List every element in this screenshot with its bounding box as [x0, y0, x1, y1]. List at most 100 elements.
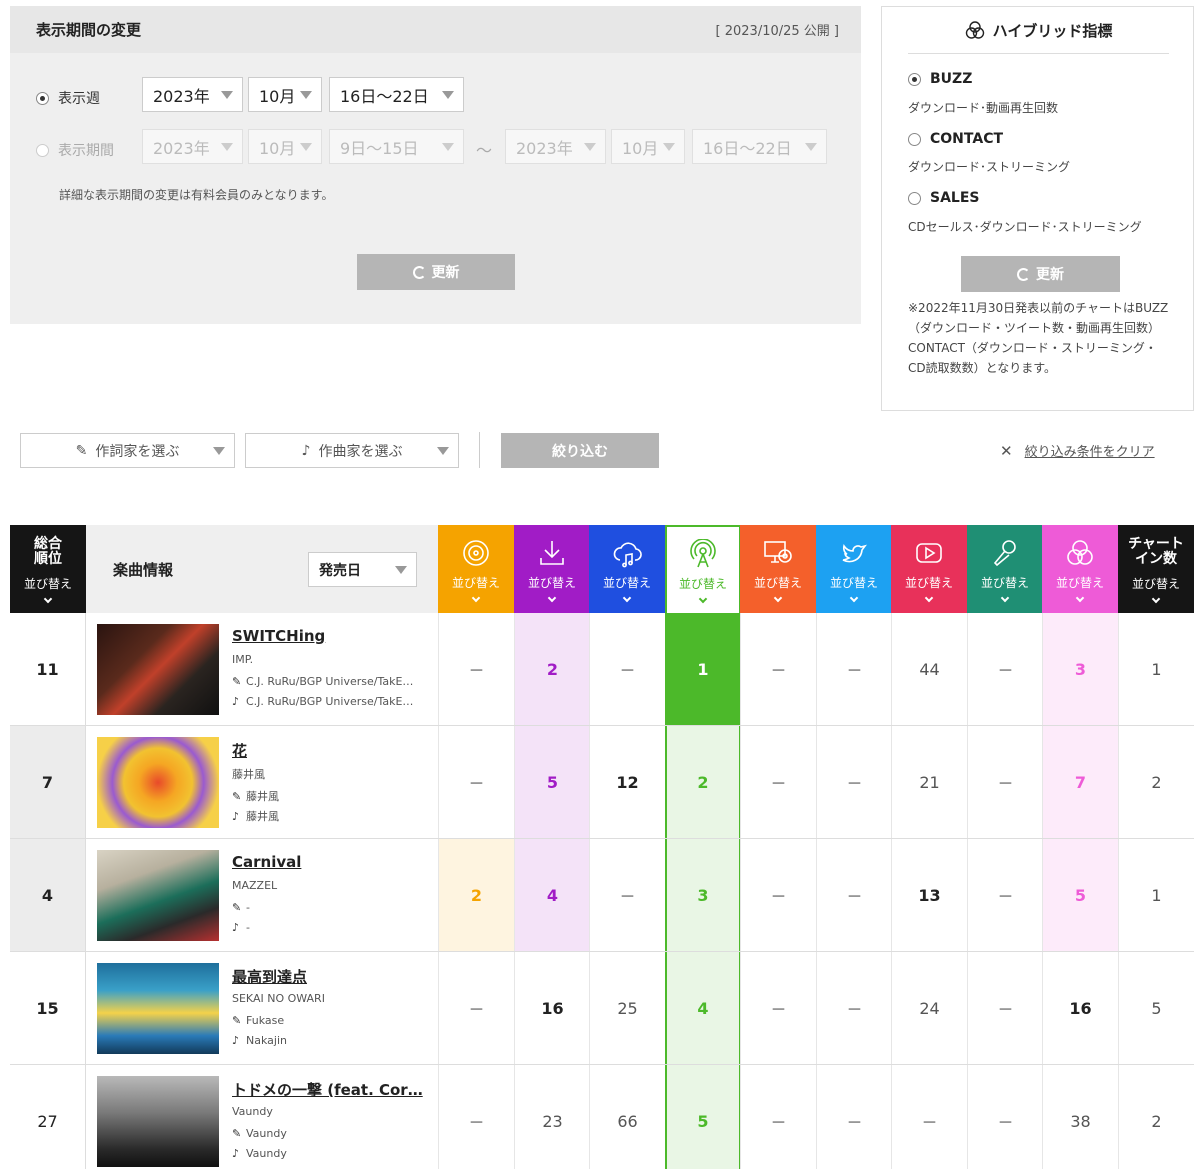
chevron-down-icon: [547, 593, 557, 602]
twitter-icon: [839, 538, 869, 572]
radio-selected-icon[interactable]: [908, 72, 921, 86]
hybrid-option-buzz[interactable]: BUZZ: [908, 71, 972, 87]
metric-cell-cloud-music: 12: [589, 726, 665, 838]
chevron-down-icon: [471, 593, 481, 602]
chevron-down-icon: [805, 143, 817, 151]
from-year-value: 2023年: [153, 138, 210, 158]
overall-rank: 15: [10, 952, 86, 1064]
table-row: 7 花藤井風 ✎ 藤井風 ♪ 藤井風－ 5 12 2 －－ 21 － 7 2: [10, 726, 1194, 839]
to-year-value: 2023年: [516, 138, 573, 158]
lyricist-credit: ✎ Fukase: [232, 1014, 428, 1027]
radio-unselected-icon[interactable]: [908, 132, 921, 146]
column-sort-header-cloud-music[interactable]: 並び替え: [589, 525, 665, 613]
cd-icon: [461, 538, 491, 572]
composer-credit-text: Nakajin: [246, 1034, 287, 1047]
chart-in-count: 5: [1118, 952, 1194, 1064]
song-thumbnail[interactable]: [97, 737, 219, 828]
contact-desc: ダウンロード･ストリーミング: [908, 160, 1071, 174]
refresh-icon: [1017, 267, 1030, 281]
metric-cell-cloud-music: －: [589, 613, 665, 725]
column-sort-header-youtube[interactable]: 並び替え: [891, 525, 967, 613]
chevron-down-icon: [221, 91, 233, 99]
column-sort-header-download[interactable]: 並び替え: [514, 525, 590, 613]
column-sort-header-karaoke-mic[interactable]: 並び替え: [967, 525, 1043, 613]
hybrid-option-sales[interactable]: SALES: [908, 190, 980, 206]
to-month-select[interactable]: 10月: [611, 129, 685, 164]
chevron-down-icon: [1075, 593, 1085, 602]
chevron-down-icon: [1151, 594, 1161, 603]
clear-filters-link[interactable]: ✕ 絞り込み条件をクリア: [1000, 441, 1155, 461]
range-radio[interactable]: 表示期間: [36, 140, 114, 160]
metric-cell-pc-disc: －: [740, 726, 816, 838]
period-title: 表示期間の変更: [36, 21, 142, 39]
hybrid-title: ハイブリッド指標: [908, 7, 1169, 54]
from-month-value: 10月: [259, 138, 296, 158]
from-range-select[interactable]: 9日～15日: [329, 129, 464, 164]
song-title-link[interactable]: トドメの一撃 (feat. Cor…: [232, 1079, 428, 1100]
pencil-icon: ✎: [75, 442, 88, 459]
metric-cell-youtube: 24: [891, 952, 967, 1064]
song-title-link[interactable]: 最高到達点: [232, 966, 428, 987]
from-month-select[interactable]: 10月: [248, 129, 322, 164]
lyricist-select-label: 作詞家を選ぶ: [95, 443, 180, 460]
radio-unselected-icon[interactable]: [36, 143, 49, 157]
song-title-link[interactable]: SWITCHing: [232, 627, 428, 645]
lyricist-select[interactable]: ✎ 作詞家を選ぶ: [20, 433, 235, 468]
artist-name: SEKAI NO OWARI: [232, 992, 325, 1005]
chevron-down-icon: [773, 593, 783, 602]
to-range-select[interactable]: 16日～22日: [692, 129, 827, 164]
pencil-icon: ✎: [232, 789, 242, 803]
lyricist-credit-text: C.J. RuRu/BGP Universe/TakE…: [246, 675, 414, 688]
column-sort-header-buzz-antenna[interactable]: 並び替え: [665, 525, 741, 613]
radio-unselected-icon[interactable]: [908, 191, 921, 205]
column-sort-header-cd[interactable]: 並び替え: [438, 525, 514, 613]
column-sort-header-pc-disc[interactable]: 並び替え: [740, 525, 816, 613]
metric-cell-karaoke-mic: －: [967, 839, 1043, 951]
week-year-select[interactable]: 2023年: [142, 77, 243, 112]
chevron-down-icon: [442, 91, 454, 99]
radio-selected-icon[interactable]: [36, 91, 49, 105]
metric-cell-pc-disc: －: [740, 613, 816, 725]
week-month-select[interactable]: 10月: [248, 77, 322, 112]
composer-credit-text: Vaundy: [246, 1147, 287, 1160]
rank-sort-header[interactable]: 総合 順位 並び替え: [10, 525, 86, 613]
table-row: 27 トドメの一撃 (feat. Cor… Vaundy ✎ Vaundy ♪ Vaundy…: [10, 1065, 1194, 1169]
metric-cell-twitter: －: [816, 839, 892, 951]
composer-select[interactable]: ♪ 作曲家を選ぶ: [245, 433, 459, 468]
chart-in-sort-header[interactable]: チャート イン数 並び替え: [1118, 525, 1194, 613]
song-thumbnail[interactable]: [97, 850, 219, 941]
song-thumbnail[interactable]: [97, 624, 219, 715]
composer-credit-text: 藤井風: [246, 810, 279, 823]
rank-head-line2: 順位: [34, 550, 62, 567]
from-year-select[interactable]: 2023年: [142, 129, 243, 164]
period-update-label: 更新: [431, 265, 460, 281]
divider: [479, 432, 480, 468]
to-year-select[interactable]: 2023年: [505, 129, 606, 164]
song-thumbnail[interactable]: [97, 1076, 219, 1167]
pc-disc-icon: [763, 538, 793, 572]
hybrid-option-contact[interactable]: CONTACT: [908, 131, 1003, 147]
period-update-button[interactable]: 更新: [357, 254, 515, 290]
release-date-select[interactable]: 発売日: [308, 552, 417, 587]
column-sort-header-hybrid[interactable]: 並び替え: [1042, 525, 1118, 613]
hybrid-update-button[interactable]: 更新: [961, 256, 1120, 292]
song-title-link[interactable]: Carnival: [232, 853, 428, 871]
narrow-button[interactable]: 絞り込む: [501, 433, 659, 468]
buzz-desc: ダウンロード･動画再生回数: [908, 101, 1059, 115]
composer-credit-text: C.J. RuRu/BGP Universe/TakE…: [246, 695, 414, 708]
week-radio[interactable]: 表示週: [36, 88, 100, 108]
song-title-link[interactable]: 花: [232, 740, 428, 761]
column-sort-header-twitter[interactable]: 並び替え: [816, 525, 892, 613]
chevron-down-icon: [395, 566, 407, 574]
metric-cell-download: 2: [514, 613, 590, 725]
metric-cell-karaoke-mic: －: [967, 952, 1043, 1064]
table-row: 4 Carnival MAZZEL ✎ - ♪ -2 4 － 3 －－ 13 － 5 1: [10, 839, 1194, 952]
metric-cell-youtube: 13: [891, 839, 967, 951]
rank-head-line1: 総合: [34, 535, 62, 552]
song-thumbnail[interactable]: [97, 963, 219, 1054]
week-range-select[interactable]: 16日～22日: [329, 77, 464, 112]
metric-cell-hybrid: 16: [1042, 952, 1118, 1064]
chevron-down-icon: [43, 594, 53, 603]
chevron-down-icon: [213, 447, 225, 455]
artist-name: Vaundy: [232, 1105, 273, 1118]
